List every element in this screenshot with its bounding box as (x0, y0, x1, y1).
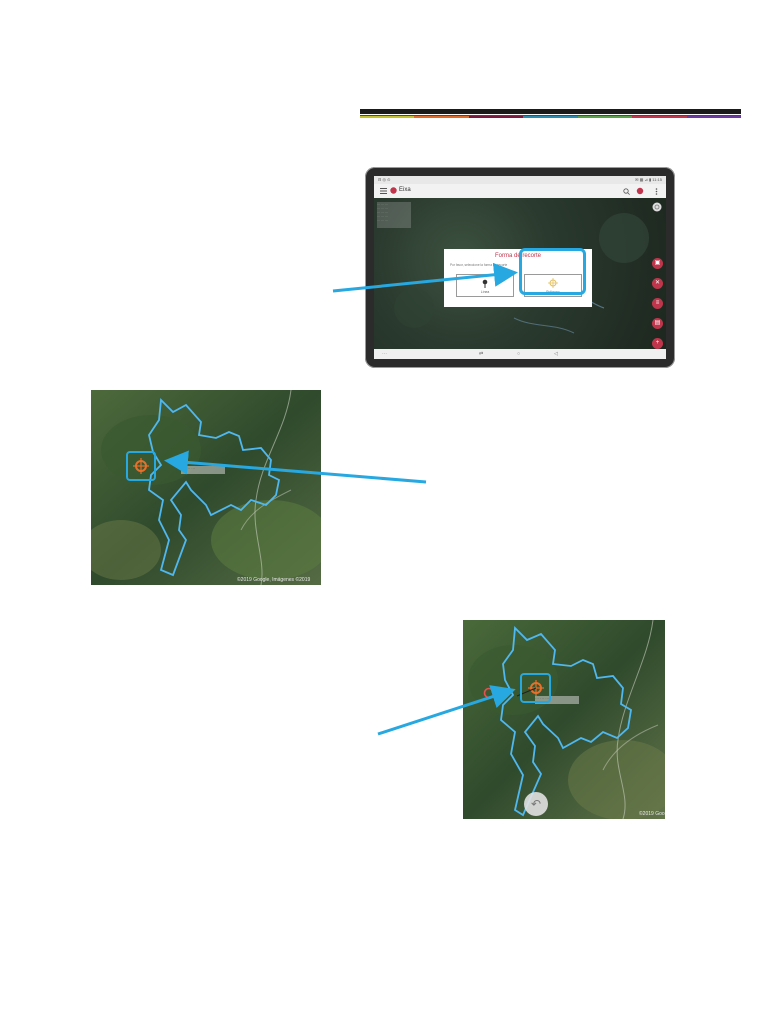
header-stripe (414, 116, 469, 118)
nav-keyboard-button[interactable]: ⋯ (382, 351, 387, 357)
map-panel-2-imagery (463, 620, 665, 819)
coordinates-info-box: ··· ··· ··· ··· ··· ··· ··· ··· ··· ··· … (377, 202, 411, 228)
status-bar: ⊟ ◎ ⊙ ✉ ▦ ⊿ ▮ 11:15 (374, 176, 666, 184)
more-icon[interactable] (655, 188, 658, 195)
system-nav-bar: ⋯ ⇄ ○ ◁ (374, 349, 666, 359)
nav-back-button[interactable]: ◁ (554, 351, 558, 357)
header-stripe (523, 116, 578, 118)
hamburger-icon[interactable] (380, 188, 387, 194)
header-stripe (577, 116, 633, 118)
dialog-subtitle: Por favor, seleccione la forma de recort… (450, 263, 508, 267)
header-stripe (360, 116, 415, 118)
nav-home-button[interactable]: ○ (517, 351, 520, 357)
search-icon[interactable] (623, 188, 630, 195)
locate-icon[interactable] (652, 202, 662, 212)
header-bar (360, 109, 741, 118)
app-logo-icon (390, 187, 397, 194)
close-icon[interactable]: ✕ (652, 278, 663, 289)
lock-icon[interactable]: ▣ (652, 258, 663, 269)
fab-column: ▣ ✕ ≡ ▤ + (652, 258, 663, 358)
tablet-frame: ⊟ ◎ ⊙ ✉ ▦ ⊿ ▮ 11:15 Eixa ··· ··· ··· ···… (365, 167, 675, 368)
app-title: Eixa (399, 187, 411, 193)
nav-switch-button[interactable]: ⇄ (479, 351, 483, 357)
map-panel-closing-point[interactable]: ··· ··· ··· ↶ ©2019 Goo (463, 620, 665, 819)
map-panel-1-imagery (91, 390, 321, 585)
status-right-icons: ✉ ▦ ⊿ ▮ 11:15 (635, 177, 662, 182)
map-copyright: ©2019 Google, Imágenes ©2019 (237, 577, 311, 583)
polygon-option-highlight (519, 248, 586, 295)
header-stripe (468, 116, 524, 118)
header-stripe (686, 116, 741, 118)
option-line-label: Línea (480, 290, 490, 294)
add-icon[interactable]: + (652, 338, 663, 349)
point-label: ··· ··· ··· (181, 466, 225, 474)
status-left-icons: ⊟ ◎ ⊙ (378, 177, 391, 182)
save-icon[interactable]: ▤ (652, 318, 663, 329)
map-copyright: ©2019 Goo (639, 811, 665, 817)
app-bar: Eixa (374, 184, 666, 198)
map-panel-start-point[interactable]: ··· ··· ··· ©2019 Google, Imágenes ©2019 (91, 390, 321, 585)
start-point-highlight (126, 451, 156, 481)
layers-icon[interactable]: ≡ (652, 298, 663, 309)
header-stripe (632, 116, 687, 118)
undo-icon[interactable]: ↶ (524, 792, 548, 816)
header-color-stripes (360, 116, 741, 118)
closing-point-highlight (520, 673, 551, 703)
pin-line-icon (482, 279, 488, 288)
info-line: ··· ··· ··· (377, 218, 388, 222)
share-icon[interactable] (636, 187, 644, 195)
option-line-button[interactable]: Línea (456, 274, 514, 297)
